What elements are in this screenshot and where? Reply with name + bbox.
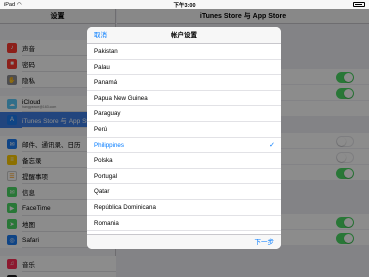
country-option[interactable]: Portugal — [87, 169, 281, 185]
country-option[interactable]: Polska — [87, 153, 281, 169]
country-label: Panamá — [94, 79, 118, 87]
country-label: Portugal — [94, 172, 118, 180]
cancel-button[interactable]: 取消 — [94, 27, 107, 44]
country-option[interactable]: República Dominicana — [87, 200, 281, 216]
country-label: Perú — [94, 125, 108, 133]
country-option[interactable]: Pakistan — [87, 44, 281, 60]
country-list: Pakistan Palau Panamá Papua New Guinea Parag… — [87, 44, 281, 232]
account-settings-modal: 帐户设置 取消 Pakistan Palau Panamá Papua New Gui… — [87, 27, 281, 249]
country-label: Pakistan — [94, 48, 118, 55]
next-button[interactable]: 下一步 — [255, 235, 275, 249]
country-label: Qatar — [94, 188, 110, 196]
modal-footer: 下一步 — [87, 234, 281, 249]
country-option[interactable]: Philippines ✓ — [87, 138, 281, 154]
wifi-icon: ◠ — [17, 1, 22, 8]
country-option[interactable]: Romania — [87, 216, 281, 232]
country-label: República Dominicana — [94, 203, 156, 211]
country-option[interactable]: Perú — [87, 122, 281, 138]
country-option[interactable]: Paraguay — [87, 106, 281, 122]
country-label: Polska — [94, 157, 113, 165]
country-option[interactable]: Palau — [87, 60, 281, 76]
status-bar: iPad ◠ 下午3:00 — [0, 0, 369, 9]
country-label: Philippines — [94, 141, 124, 149]
country-option[interactable]: Qatar — [87, 184, 281, 200]
modal-header: 帐户设置 取消 — [87, 27, 281, 44]
clock: 下午3:00 — [173, 2, 196, 9]
country-label: Papua New Guinea — [94, 94, 148, 102]
country-option[interactable]: Panamá — [87, 75, 281, 91]
country-label: Palau — [94, 63, 110, 71]
country-option[interactable]: Papua New Guinea — [87, 91, 281, 107]
checkmark-icon: ✓ — [269, 141, 275, 149]
modal-title: 帐户设置 — [171, 32, 197, 39]
battery-icon — [353, 2, 365, 7]
country-label: Romania — [94, 219, 119, 227]
device-name: iPad — [4, 1, 16, 8]
country-label: Paraguay — [94, 110, 121, 118]
